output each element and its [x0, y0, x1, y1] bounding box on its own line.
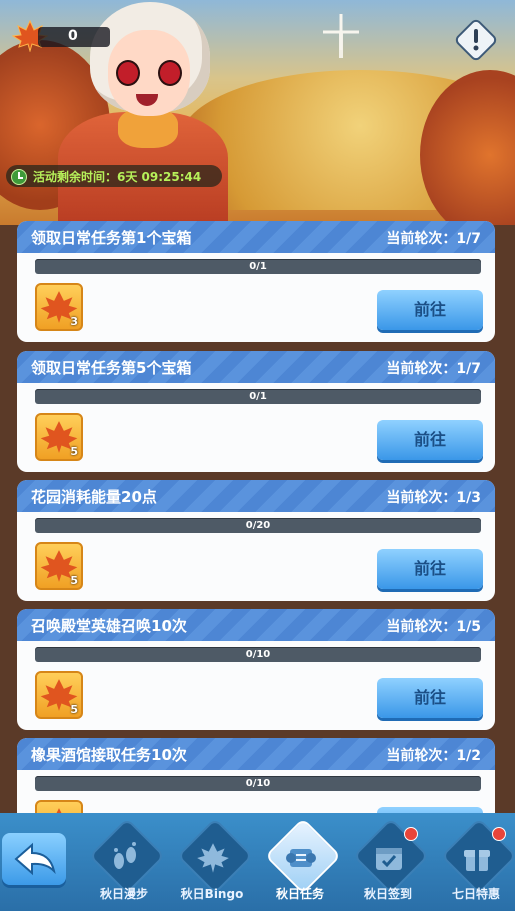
go-button[interactable]: 前往 [377, 678, 483, 718]
task-round: 当前轮次：1/2 [386, 748, 481, 764]
maple-leaf-icon [197, 843, 229, 873]
event-timer: 活动剩余时间：6天 09:25:44 [6, 165, 222, 187]
task-title: 橡果酒馆接取任务10次 [31, 746, 187, 764]
progress-bar: 0/1 [35, 259, 481, 274]
tab-autumn-tasks[interactable]: 秋日任务 [256, 817, 344, 909]
progress-bar: 0/10 [35, 776, 481, 791]
progress-bar: 0/20 [35, 518, 481, 533]
clock-icon [11, 169, 27, 185]
task-round: 当前轮次：1/7 [386, 231, 481, 247]
task-title: 花园消耗能量20点 [31, 488, 157, 506]
notification-dot [492, 827, 506, 841]
tab-label: 秋日Bingo [180, 887, 244, 901]
go-button[interactable]: 前往 [377, 290, 483, 330]
task-round: 当前轮次：1/5 [386, 619, 481, 635]
task-round: 当前轮次：1/7 [386, 361, 481, 377]
tab-autumn-signin[interactable]: 秋日签到 [344, 817, 432, 909]
progress-text: 0/20 [245, 520, 271, 531]
calendar-icon [376, 848, 402, 870]
go-button[interactable]: 前往 [377, 420, 483, 460]
tab-autumn-bingo[interactable]: 秋日Bingo [168, 817, 256, 909]
reward-item[interactable]: 3 [35, 283, 83, 331]
progress-bar: 0/1 [35, 389, 481, 404]
task-card: 花园消耗能量20点 当前轮次：1/3 0/20 5 前往 [17, 480, 495, 601]
tab-label: 秋日任务 [275, 887, 324, 901]
progress-text: 0/1 [249, 261, 267, 272]
windmill-icon [323, 14, 359, 58]
gift-icon [464, 850, 490, 871]
progress-text: 0/10 [245, 649, 271, 660]
reward-count: 5 [70, 445, 78, 458]
scroll-icon [286, 849, 316, 867]
task-card: 领取日常任务第1个宝箱 当前轮次：1/7 0/1 3 前往 [17, 221, 495, 342]
reward-count: 5 [70, 703, 78, 716]
info-icon[interactable] [454, 18, 498, 62]
tab-autumn-walk[interactable]: 秋日漫步 [80, 817, 168, 909]
notification-dot [404, 827, 418, 841]
reward-count: 5 [70, 574, 78, 587]
tab-seven-day-deals[interactable]: 七日特惠 [432, 817, 515, 909]
reward-item[interactable]: 5 [35, 542, 83, 590]
task-list[interactable]: 领取日常任务第1个宝箱 当前轮次：1/7 0/1 3 前往 领取日常任务第5个宝… [0, 220, 515, 813]
leaf-count: 0 [68, 28, 78, 44]
back-arrow-icon [14, 842, 56, 876]
tab-label: 秋日漫步 [99, 887, 148, 901]
reward-count: 3 [70, 315, 78, 328]
task-round: 当前轮次：1/3 [386, 490, 481, 506]
back-button[interactable] [2, 833, 66, 885]
task-title: 领取日常任务第5个宝箱 [31, 359, 192, 377]
timer-text: 活动剩余时间：6天 09:25:44 [33, 170, 202, 184]
progress-text: 0/1 [249, 391, 267, 402]
tab-label: 七日特惠 [451, 887, 500, 901]
task-card: 领取日常任务第5个宝箱 当前轮次：1/7 0/1 5 前往 [17, 351, 495, 472]
reward-item[interactable] [35, 800, 83, 813]
task-card: 橡果酒馆接取任务10次 当前轮次：1/2 0/10 前往 [17, 738, 495, 813]
progress-text: 0/10 [245, 778, 271, 789]
footprints-icon [114, 842, 136, 869]
go-button[interactable]: 前往 [377, 549, 483, 589]
progress-bar: 0/10 [35, 647, 481, 662]
reward-item[interactable]: 5 [35, 671, 83, 719]
reward-item[interactable]: 5 [35, 413, 83, 461]
task-title: 领取日常任务第1个宝箱 [31, 229, 192, 247]
task-title: 召唤殿堂英雄召唤10次 [31, 617, 187, 635]
tab-label: 秋日签到 [363, 887, 412, 901]
maple-leaf-icon [56, 808, 62, 813]
bottom-nav: 秋日漫步 秋日Bingo 秋日任务 秋日签到 七日特惠 [0, 813, 515, 911]
task-card: 召唤殿堂英雄召唤10次 当前轮次：1/5 0/10 5 前往 [17, 609, 495, 730]
